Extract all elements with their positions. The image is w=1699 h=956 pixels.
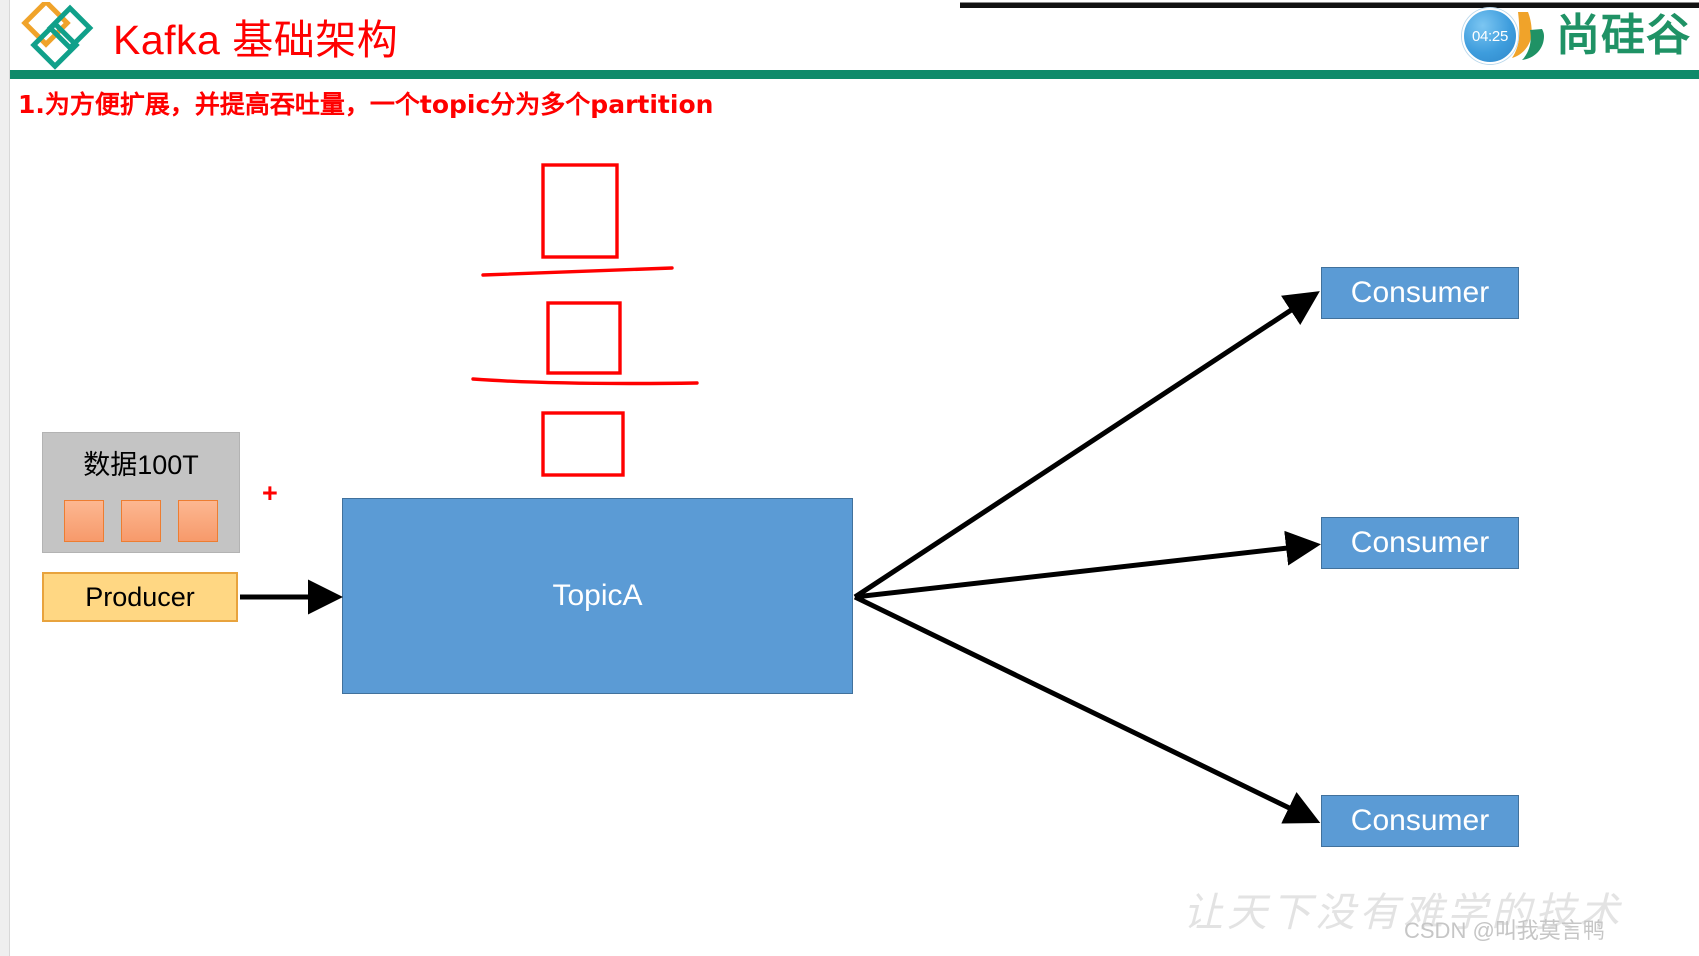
partition-box-1 bbox=[541, 163, 619, 259]
consumer-node-3[interactable]: Consumer bbox=[1321, 795, 1519, 847]
plus-symbol: + bbox=[262, 478, 278, 508]
divider-stroke-1 bbox=[481, 266, 674, 277]
data-chip bbox=[64, 500, 104, 542]
slide-subtitle: 1.为方便扩展，并提高吞吐量，一个topic分为多个partition bbox=[18, 90, 714, 119]
csdn-watermark: CSDN @叫我莫言鸭 bbox=[1404, 918, 1605, 943]
atguigu-brand: 04:25 尚硅谷 bbox=[1462, 0, 1691, 72]
data-volume-label: 数据100T bbox=[83, 450, 199, 480]
arrow-topic-to-consumer-3 bbox=[853, 594, 1321, 824]
arrow-topic-to-consumer-2 bbox=[854, 530, 1321, 600]
page-title: Kafka 基础架构 bbox=[113, 17, 399, 63]
topic-node[interactable]: TopicA bbox=[342, 498, 853, 694]
consumer-node-1[interactable]: Consumer bbox=[1321, 267, 1519, 319]
partition-box-3 bbox=[541, 411, 625, 477]
slide-canvas: Kafka 基础架构 04:25 尚硅谷 1.为方便扩展，并提高吞吐量，一个to… bbox=[0, 0, 1699, 956]
slide-header: Kafka 基础架构 04:25 尚硅谷 bbox=[10, 0, 1699, 72]
partition-box-2 bbox=[546, 301, 622, 375]
data-volume-box: 数据100T bbox=[42, 432, 240, 553]
diamonds-logo-icon bbox=[18, 0, 100, 70]
data-chip bbox=[121, 500, 161, 542]
brand-name: 尚硅谷 bbox=[1556, 10, 1691, 61]
data-chip-group bbox=[43, 500, 239, 542]
divider-stroke-2 bbox=[471, 377, 699, 386]
arrow-topic-to-consumer-1 bbox=[853, 291, 1320, 600]
producer-node[interactable]: Producer bbox=[42, 572, 238, 622]
data-chip bbox=[178, 500, 218, 542]
left-gutter bbox=[0, 0, 10, 956]
header-divider bbox=[10, 70, 1699, 79]
clock-badge-icon: 04:25 bbox=[1462, 8, 1518, 64]
clock-time: 04:25 bbox=[1471, 27, 1509, 45]
consumer-node-2[interactable]: Consumer bbox=[1321, 517, 1519, 569]
